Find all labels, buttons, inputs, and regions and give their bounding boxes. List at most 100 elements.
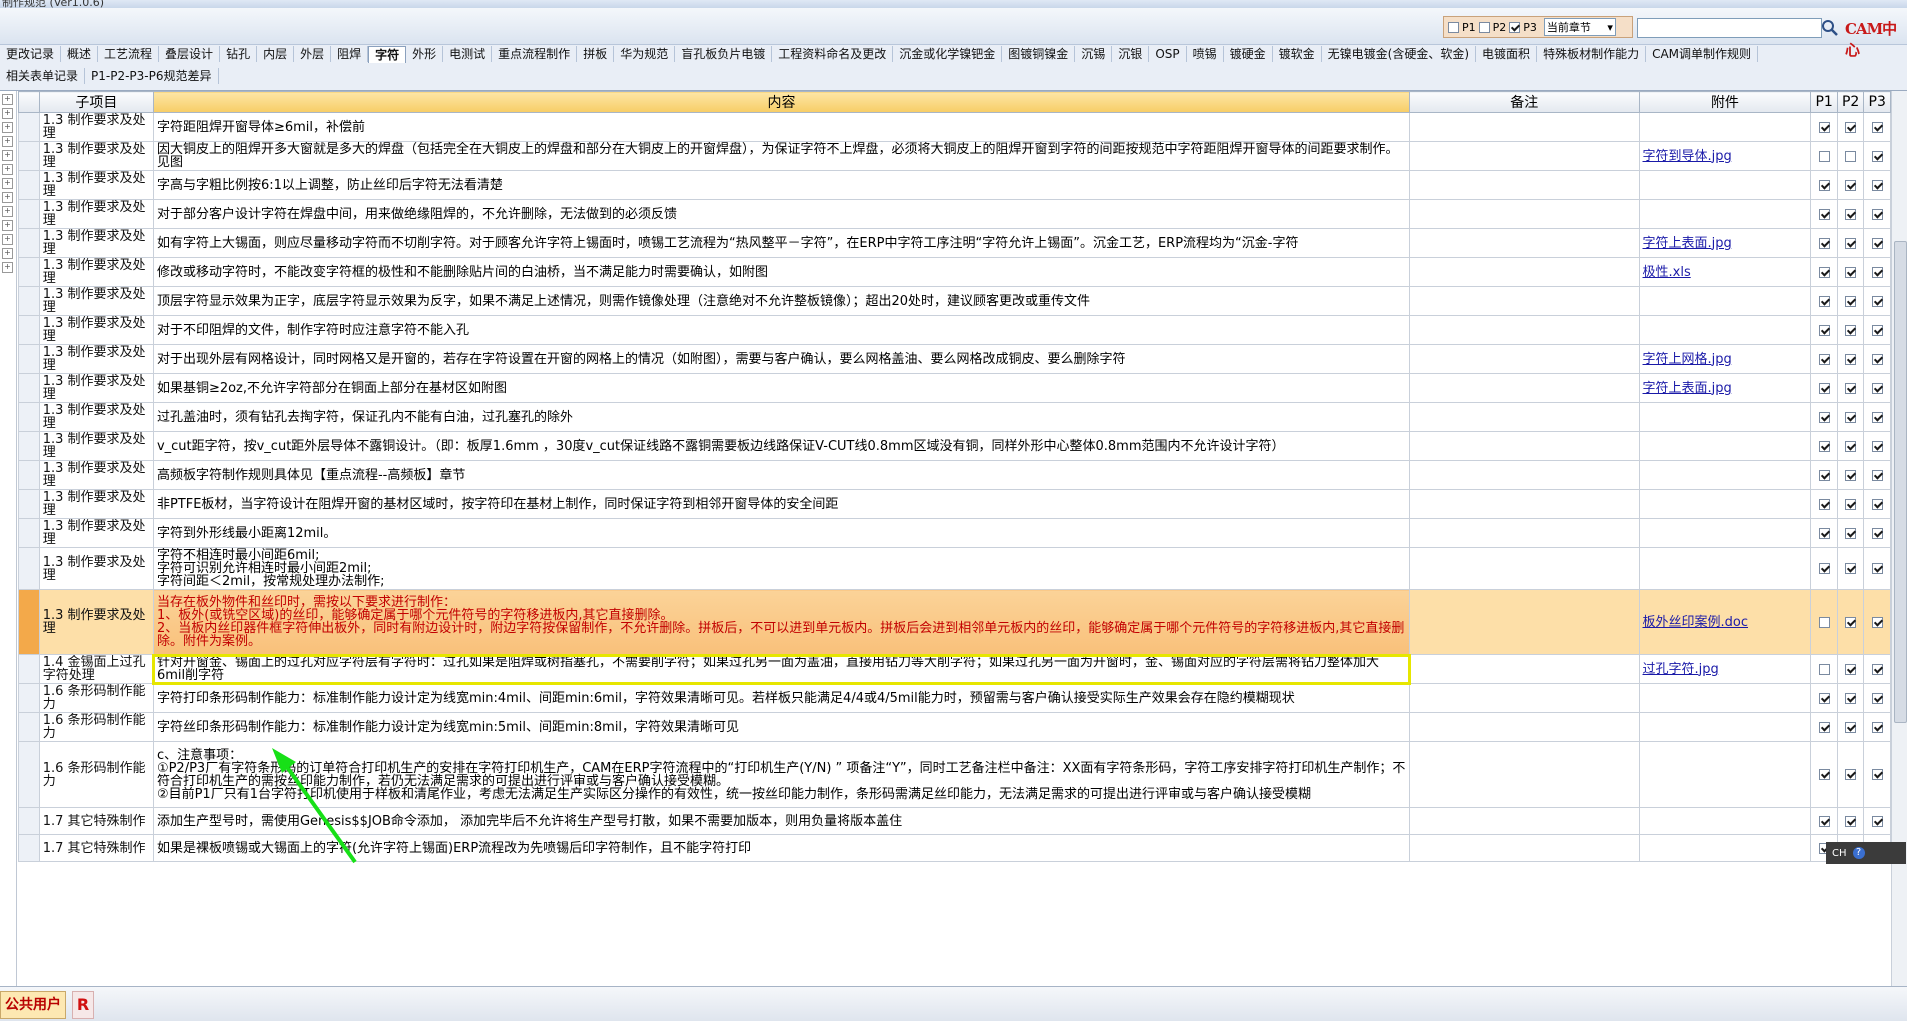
table-row[interactable]: 1.3 制作要求及处理 当存在板外物件和丝印时，需按以下要求进行制作： 1、板外(…: [18, 589, 1891, 655]
note-cell[interactable]: [1409, 112, 1640, 142]
table-row[interactable]: 1.3 制作要求及处理 对于不印阻焊的文件，制作字符时应注意字符不能入孔: [18, 315, 1891, 345]
row-selector[interactable]: [18, 834, 40, 862]
tab-secondary-0[interactable]: 相关表单记录: [0, 68, 86, 84]
table-row[interactable]: 1.3 制作要求及处理 字符距阻焊开窗导体≥6mil，补偿前: [18, 112, 1891, 142]
tab-14[interactable]: 盲孔板负片电镀: [675, 46, 773, 62]
note-cell[interactable]: [1409, 489, 1640, 519]
tab-17[interactable]: 图镀铜镍金: [1002, 46, 1076, 62]
note-cell[interactable]: [1409, 683, 1640, 713]
table-row[interactable]: 1.3 制作要求及处理 v_cut距字符，按v_cut距外层导体不露铜设计。（即：…: [18, 431, 1891, 461]
p3-checkbox[interactable]: [1871, 382, 1883, 394]
row-selector[interactable]: [18, 112, 40, 142]
tab-16[interactable]: 沉金或化学镍钯金: [893, 46, 1003, 62]
attachment-link[interactable]: 字符到导体.jpg: [1643, 149, 1732, 164]
p2-filter-checkbox[interactable]: [1478, 21, 1490, 33]
p1-checkbox[interactable]: [1818, 121, 1830, 133]
expand-icon[interactable]: +: [2, 248, 13, 259]
row-selector[interactable]: [18, 228, 40, 258]
row-selector[interactable]: [18, 315, 40, 345]
column-header-p1[interactable]: P1: [1810, 91, 1838, 113]
p3-checkbox[interactable]: [1871, 692, 1883, 704]
content-cell[interactable]: 修改或移动字符时，不能改变字符框的极性和不能删除贴片间的白油桥，当不满足能力时需…: [152, 257, 1411, 287]
content-cell[interactable]: 当存在板外物件和丝印时，需按以下要求进行制作： 1、板外(或铣空区域)的丝印，能…: [152, 589, 1411, 655]
p1-checkbox[interactable]: [1818, 382, 1830, 394]
p3-checkbox[interactable]: [1871, 616, 1883, 628]
tab-2[interactable]: 工艺流程: [98, 46, 160, 62]
p2-checkbox[interactable]: [1845, 121, 1857, 133]
content-cell[interactable]: 非PTFE板材，当字符设计在阻焊开窗的基材区域时，按字符印在基材上制作，同时保证…: [152, 489, 1411, 519]
tab-10[interactable]: 电测试: [443, 46, 493, 62]
p2-checkbox[interactable]: [1845, 295, 1857, 307]
tab-27[interactable]: CAM调单制作规则: [1646, 46, 1759, 62]
p2-checkbox[interactable]: [1845, 692, 1857, 704]
expand-icon[interactable]: +: [2, 108, 13, 119]
p2-checkbox[interactable]: [1845, 179, 1857, 191]
note-cell[interactable]: [1409, 373, 1640, 403]
column-header-attach[interactable]: 附件: [1638, 91, 1812, 113]
column-header-p3[interactable]: P3: [1863, 91, 1891, 113]
p2-checkbox[interactable]: [1845, 324, 1857, 336]
tab-12[interactable]: 拼板: [577, 46, 615, 62]
column-header-p2[interactable]: P2: [1836, 91, 1865, 113]
chapter-select[interactable]: 当前章节 ▾: [1543, 18, 1616, 36]
p1-filter-checkbox[interactable]: [1448, 21, 1459, 33]
p2-checkbox[interactable]: [1845, 237, 1857, 249]
content-cell[interactable]: 针对开窗金、锡面上的过孔对应字符层有字符时：过孔如果是阻焊或树指塞孔，不需要削字…: [152, 653, 1411, 685]
row-selector[interactable]: [18, 402, 40, 432]
tab-4[interactable]: 钻孔: [220, 46, 258, 62]
tab-23[interactable]: 镀软金: [1273, 46, 1322, 62]
p1-checkbox[interactable]: [1818, 527, 1830, 539]
note-cell[interactable]: [1409, 834, 1640, 862]
note-cell[interactable]: [1409, 589, 1640, 655]
note-cell[interactable]: [1409, 712, 1640, 742]
content-cell[interactable]: 如果是裸板喷锡或大锡面上的字符(允许字符上锡面)ERP流程改为先喷锡后印字符制作…: [152, 834, 1411, 862]
p3-checkbox[interactable]: [1871, 563, 1883, 574]
p1-checkbox[interactable]: [1818, 815, 1830, 827]
row-selector[interactable]: [18, 431, 40, 461]
note-cell[interactable]: [1409, 402, 1640, 432]
p3-checkbox[interactable]: [1871, 721, 1883, 733]
expand-icon[interactable]: +: [2, 220, 13, 231]
note-cell[interactable]: [1409, 344, 1640, 374]
table-row[interactable]: 1.6 条形码制作能力 字符丝印条形码制作能力：标准制作能力设计定为线宽min:5…: [18, 712, 1891, 742]
note-cell[interactable]: [1409, 199, 1640, 229]
p3-checkbox[interactable]: [1871, 208, 1883, 220]
tab-25[interactable]: 电镀面积: [1476, 46, 1538, 62]
note-cell[interactable]: [1409, 170, 1640, 200]
row-selector[interactable]: [18, 489, 40, 519]
row-selector[interactable]: [18, 286, 40, 316]
p1-checkbox[interactable]: [1818, 324, 1830, 336]
language-bar[interactable]: CH ?: [1826, 842, 1906, 864]
tab-1[interactable]: 概述: [61, 46, 99, 62]
attachment-link[interactable]: 极性.xls: [1643, 265, 1691, 280]
p3-checkbox[interactable]: [1871, 663, 1883, 675]
p3-checkbox[interactable]: [1871, 237, 1883, 249]
table-row[interactable]: 1.3 制作要求及处理 如有字符上大锡面，则应尽量移动字符而不切削字符。对于顾客允…: [18, 228, 1891, 258]
content-cell[interactable]: 对于部分客户设计字符在焊盘中间，用来做绝缘阻焊的，不允许删除，无法做到的必须反馈: [152, 199, 1411, 229]
content-cell[interactable]: 字符到外形线最小距离12mil。: [152, 518, 1411, 548]
table-row[interactable]: 1.3 制作要求及处理 对于部分客户设计字符在焊盘中间，用来做绝缘阻焊的，不允许删…: [18, 199, 1891, 229]
expand-icon[interactable]: +: [2, 178, 13, 189]
tab-5[interactable]: 内层: [257, 46, 295, 62]
expand-icon[interactable]: +: [2, 164, 13, 175]
tab-8[interactable]: 字符: [368, 45, 407, 63]
p2-checkbox[interactable]: [1845, 769, 1857, 780]
row-selector[interactable]: [18, 807, 40, 835]
p1-checkbox[interactable]: [1818, 469, 1830, 481]
p1-checkbox[interactable]: [1818, 769, 1830, 780]
p2-checkbox[interactable]: [1845, 498, 1857, 510]
help-icon[interactable]: ?: [1852, 847, 1865, 859]
row-selector[interactable]: [18, 683, 40, 713]
content-cell[interactable]: 如果基铜≥2oz,不允许字符部分在铜面上部分在基材区如附图: [152, 373, 1411, 403]
p2-checkbox[interactable]: [1845, 469, 1857, 481]
p2-checkbox[interactable]: [1845, 663, 1857, 675]
table-row[interactable]: 1.3 制作要求及处理 字高与字粗比例按6:1以上调整，防止丝印后字符无法看清楚: [18, 170, 1891, 200]
table-row[interactable]: 1.7 其它特殊制作 如果是裸板喷锡或大锡面上的字符(允许字符上锡面)ERP流程改…: [18, 834, 1891, 862]
content-cell[interactable]: 高频板字符制作规则具体见【重点流程--高频板】章节: [152, 460, 1411, 490]
column-header-note[interactable]: 备注: [1409, 91, 1640, 113]
select-all-header[interactable]: [18, 91, 40, 113]
row-selector[interactable]: [18, 460, 40, 490]
p2-checkbox[interactable]: [1845, 382, 1857, 394]
p1-checkbox[interactable]: [1818, 721, 1830, 733]
table-row[interactable]: 1.3 制作要求及处理 如果基铜≥2oz,不允许字符部分在铜面上部分在基材区如附图…: [18, 373, 1891, 403]
